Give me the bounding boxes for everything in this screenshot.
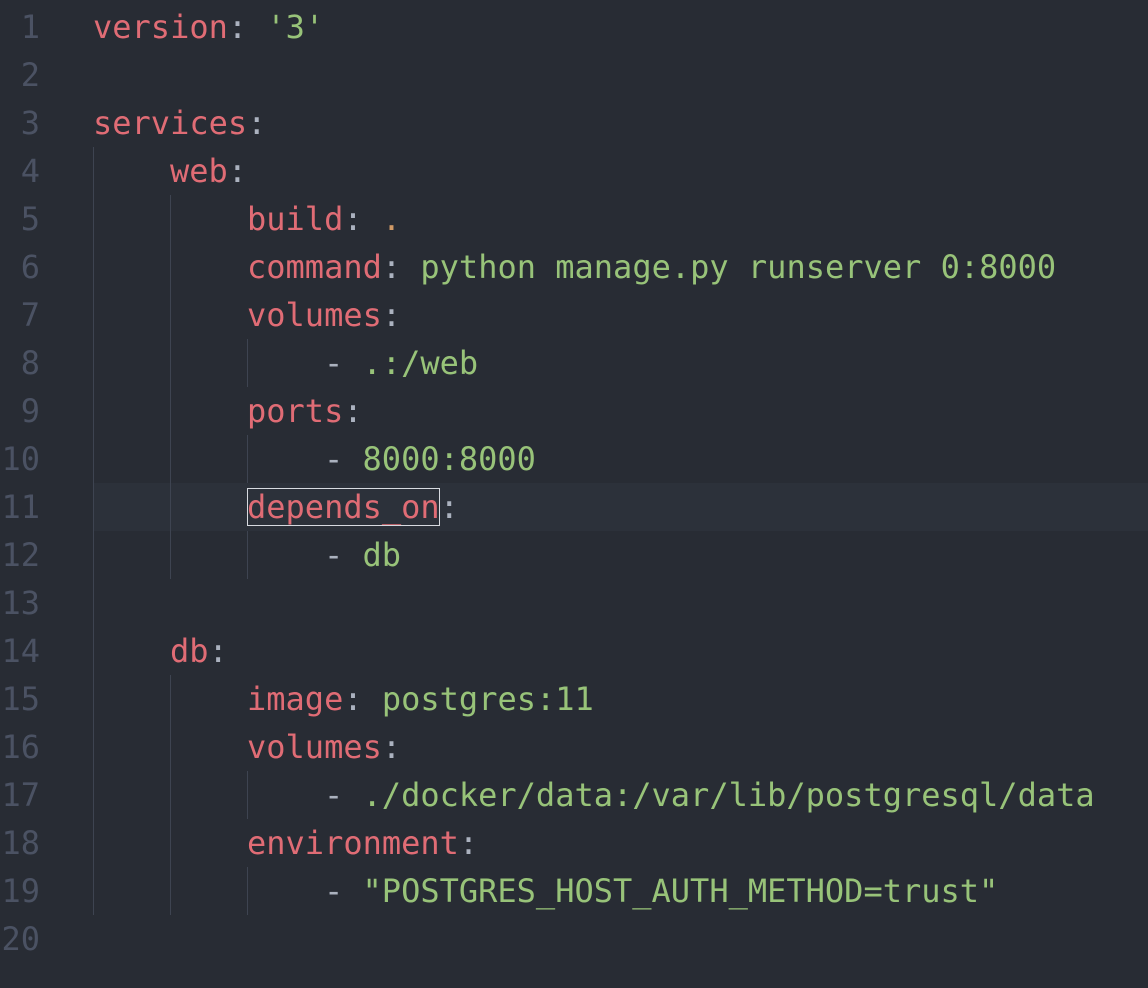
code-line: db:	[170, 627, 228, 675]
line-number: 19	[1, 872, 40, 910]
yaml-key: depends_on	[247, 488, 440, 526]
code-line: - .:/web	[324, 339, 478, 387]
code-line: web:	[170, 147, 247, 195]
line-number: 8	[20, 344, 40, 382]
yaml-separator	[401, 248, 420, 286]
yaml-colon: :	[439, 488, 459, 526]
yaml-key: services	[93, 104, 248, 142]
yaml-separator	[247, 8, 266, 46]
line-number: 16	[1, 728, 40, 766]
line-number: 4	[20, 152, 40, 190]
line-number: 9	[20, 392, 40, 430]
yaml-value: .:/web	[362, 344, 479, 382]
indent-guide-line	[247, 867, 248, 915]
line-number: 11	[1, 488, 40, 526]
indent-guide-line	[93, 147, 94, 915]
indent-guide-line	[247, 771, 248, 819]
yaml-value: ./docker/data:/var/lib/postgresql/data	[362, 776, 1095, 814]
indent-guide-line	[247, 531, 248, 579]
yaml-key: db	[170, 632, 209, 670]
yaml-key: command	[247, 248, 382, 286]
yaml-separator	[363, 680, 382, 718]
code-line: version: '3'	[93, 3, 324, 51]
line-number: 17	[1, 776, 40, 814]
code-line: - 8000:8000	[324, 435, 536, 483]
yaml-value: postgres:11	[381, 680, 594, 718]
yaml-value: 8000:8000	[362, 440, 536, 478]
line-number: 13	[1, 584, 40, 622]
yaml-value: db	[362, 536, 402, 574]
line-number: 20	[1, 920, 40, 958]
yaml-colon: :	[343, 392, 363, 430]
list-dash: -	[324, 344, 344, 382]
yaml-key: volumes	[247, 728, 382, 766]
line-number: 14	[1, 632, 40, 670]
yaml-key: build	[247, 200, 344, 238]
yaml-colon: :	[227, 8, 248, 46]
yaml-key: web	[170, 152, 228, 190]
yaml-separator	[363, 200, 382, 238]
line-number: 18	[1, 824, 40, 862]
list-dash: -	[324, 872, 344, 910]
line-number: 12	[1, 536, 40, 574]
indent-guide-line	[170, 675, 171, 915]
code-line: image: postgres:11	[247, 675, 594, 723]
yaml-key: version	[93, 8, 228, 46]
list-dash: -	[324, 776, 344, 814]
yaml-colon: :	[381, 248, 402, 286]
line-number: 10	[1, 440, 40, 478]
code-line: - db	[324, 531, 401, 579]
indent-guide-line	[247, 435, 248, 483]
line-number: 1	[20, 8, 40, 46]
yaml-colon: :	[343, 680, 363, 718]
code-line: environment:	[247, 819, 478, 867]
code-line: - ./docker/data:/var/lib/postgresql/data	[324, 771, 1095, 819]
code-line: - "POSTGRES_HOST_AUTH_METHOD=trust"	[324, 867, 998, 915]
indent-guide-line	[247, 339, 248, 387]
yaml-value: .	[381, 200, 402, 238]
yaml-key: environment	[247, 824, 459, 862]
line-number: 15	[1, 680, 40, 718]
yaml-key: image	[247, 680, 344, 718]
list-dash: -	[324, 536, 344, 574]
yaml-value: "POSTGRES_HOST_AUTH_METHOD=trust"	[362, 872, 999, 910]
yaml-colon: :	[458, 824, 479, 862]
yaml-value: '3'	[266, 8, 325, 46]
line-number: 5	[20, 200, 40, 238]
yaml-colon: :	[381, 296, 402, 334]
line-number: 6	[20, 248, 40, 286]
line-number: 2	[20, 56, 40, 94]
yaml-colon: :	[208, 632, 228, 670]
code-line: depends_on:	[247, 483, 459, 531]
list-dash: -	[324, 440, 344, 478]
code-line: volumes:	[247, 723, 401, 771]
yaml-colon: :	[247, 104, 267, 142]
yaml-colon: :	[381, 728, 402, 766]
indent-guide-line	[170, 195, 171, 579]
code-line: build: .	[247, 195, 401, 243]
code-line: services:	[93, 99, 266, 147]
yaml-colon: :	[227, 152, 248, 190]
yaml-key: ports	[247, 392, 344, 430]
code-editor[interactable]: 1 2 3 4 5 6 7 8 9 10 11 12 13 14 15 16 17 18 19 20 version:…	[0, 0, 1148, 988]
code-line: volumes:	[247, 291, 401, 339]
code-line: command: python manage.py runserver 0:80…	[247, 243, 1056, 291]
yaml-key: volumes	[247, 296, 382, 334]
code-line: ports:	[247, 387, 363, 435]
yaml-colon: :	[343, 200, 363, 238]
line-number: 7	[20, 296, 40, 334]
line-number: 3	[20, 104, 40, 142]
yaml-value: python manage.py runserver 0:8000	[420, 248, 1057, 286]
